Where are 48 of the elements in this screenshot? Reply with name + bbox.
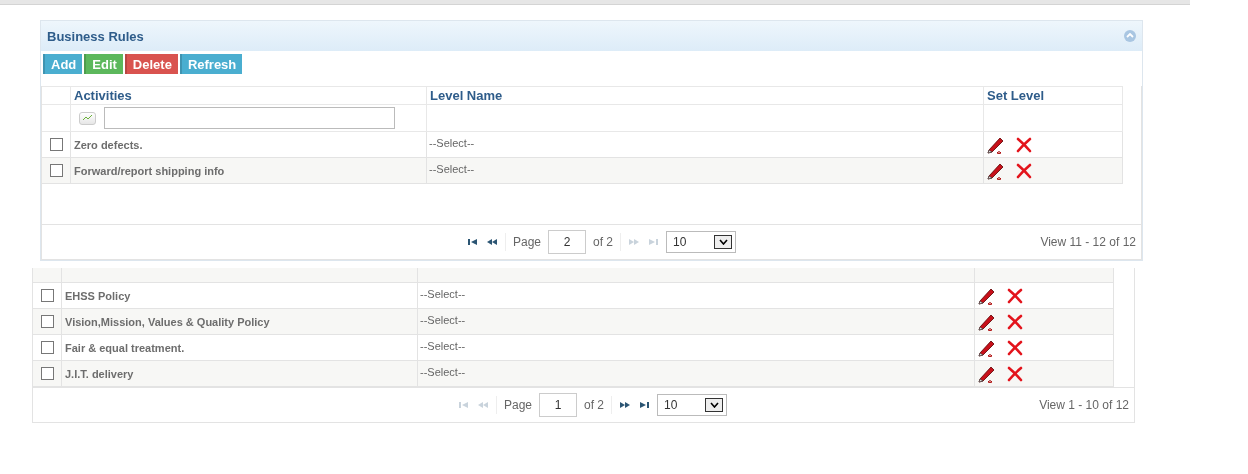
page-size-dropdown[interactable]: 10 [666,231,737,253]
delete-icon[interactable] [1016,162,1032,179]
page-count: of 2 [584,398,605,412]
first-page-icon[interactable] [467,237,479,247]
toolbar-button[interactable]: Delete [124,54,178,74]
table-cell: Fair & equal treatment. [62,335,418,360]
previous-page-icon[interactable] [486,237,498,247]
checkbox[interactable] [40,289,54,302]
page-number-field[interactable]: 1 [539,393,578,417]
search-field[interactable] [104,107,395,129]
table-cell: --Select-- [427,132,984,157]
last-page-icon[interactable] [638,400,651,410]
table-cell: J.I.T. delivery [62,361,418,386]
table-cell: --Select-- [418,283,975,308]
table-cell: --Select-- [418,309,975,334]
panel-title: Business Rules [47,28,144,44]
delete-icon[interactable] [1007,287,1023,304]
table-cell: Vision,Mission, Values & Quality Policy [62,309,418,334]
page-count: of 2 [593,235,614,249]
next-page-icon[interactable] [619,400,632,410]
checkbox[interactable] [49,138,63,151]
table-cell: --Select-- [418,335,975,360]
table-cell: --Select-- [427,158,984,183]
table-cell: EHSS Policy [62,283,418,308]
table-cell: Zero defects. [71,132,427,157]
caret-icon [718,239,728,245]
checkbox[interactable] [40,341,54,354]
table-cell: Forward/report shipping info [71,158,427,183]
checkbox[interactable] [40,315,54,328]
checkbox[interactable] [40,367,54,380]
filter-button[interactable] [79,111,96,125]
page-label: Page [504,398,533,412]
table-cell: --Select-- [418,361,975,386]
page-label: Page [513,235,542,249]
delete-icon[interactable] [1007,365,1023,382]
page-size-dropdown[interactable]: 10 [657,394,728,416]
delete-icon[interactable] [1007,339,1023,356]
column-header[interactable]: Activities [71,87,427,104]
page-number-field[interactable]: 2 [548,230,587,254]
record-count: View 11 - 12 of 12 [1040,235,1136,249]
record-count: View 1 - 10 of 12 [1039,398,1129,412]
filter-icon [82,115,93,121]
column-header[interactable]: Level Name [427,87,984,104]
caret-icon [709,402,719,408]
delete-icon[interactable] [1016,136,1032,153]
delete-icon[interactable] [1007,313,1023,330]
column-header[interactable]: Set Level [984,87,1123,104]
checkbox[interactable] [49,164,63,177]
